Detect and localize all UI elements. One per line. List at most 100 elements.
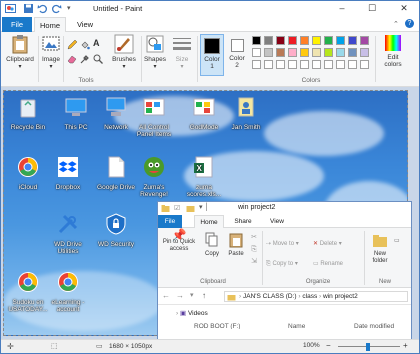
explorer-tab-share[interactable]: Share <box>228 215 258 228</box>
paste-shortcut-icon[interactable]: ⇲ <box>249 258 259 265</box>
shapes-button[interactable]: Shapes ▾ <box>143 34 167 70</box>
brushes-button[interactable]: Brushes ▾ <box>109 34 139 70</box>
palette-swatch[interactable] <box>360 36 369 45</box>
delete-button[interactable]: ✕ Delete ▾ <box>313 241 342 248</box>
palette-swatch[interactable] <box>264 60 273 69</box>
breadcrumb-project[interactable]: win project2 <box>323 293 358 300</box>
palette-swatch[interactable] <box>324 60 333 69</box>
desktop-icon-zumas-revenge[interactable]: Zuma's Revenge! <box>130 155 178 199</box>
undo-icon[interactable] <box>37 3 48 14</box>
new-folder-icon[interactable] <box>186 204 195 213</box>
new-item-icon[interactable]: ▭ <box>394 238 400 245</box>
zoom-in-button[interactable]: + <box>403 341 408 350</box>
clipboard-button[interactable]: Clipboard ▾ <box>4 34 36 70</box>
tab-file[interactable]: File <box>2 17 32 32</box>
breadcrumb-drive[interactable]: JAN'S CLASS (D:) <box>243 293 297 300</box>
color-picker-icon[interactable] <box>80 54 90 64</box>
explorer-tab-file[interactable]: File <box>158 215 182 228</box>
move-to-button[interactable]: ⇢ Move to ▾ <box>266 241 299 248</box>
zoom-slider-thumb[interactable] <box>366 343 370 351</box>
nav-item-videos[interactable]: › ▣ Videos <box>176 309 208 317</box>
palette-swatch[interactable] <box>288 48 297 57</box>
cut-icon[interactable]: ✂ <box>249 234 259 241</box>
palette-swatch[interactable] <box>252 60 261 69</box>
back-arrow-icon[interactable]: ← <box>162 291 170 300</box>
minimize-button[interactable]: – <box>331 1 353 17</box>
palette-swatch[interactable] <box>348 36 357 45</box>
desktop-icon-recycle-bin[interactable]: Recycle Bin <box>4 95 52 131</box>
color2-button[interactable]: Color 2 <box>226 34 248 69</box>
palette-swatch[interactable] <box>276 36 285 45</box>
paint-app-icon[interactable] <box>5 3 16 14</box>
palette-swatch[interactable] <box>276 60 285 69</box>
palette-swatch[interactable] <box>276 48 285 57</box>
rename-button[interactable]: ▭ Rename <box>313 261 343 268</box>
fill-icon[interactable] <box>80 40 90 50</box>
palette-swatch[interactable] <box>312 48 321 57</box>
column-header-name[interactable]: Name <box>288 323 305 329</box>
nav-item-drive[interactable]: ROD BOOT (F:) <box>194 323 240 329</box>
edit-colors-button[interactable]: Edit colors <box>378 34 408 68</box>
palette-swatch[interactable] <box>312 60 321 69</box>
palette-swatch[interactable] <box>324 36 333 45</box>
palette-swatch[interactable] <box>312 36 321 45</box>
maximize-button[interactable]: ☐ <box>361 1 383 17</box>
palette-swatch[interactable] <box>360 48 369 57</box>
breadcrumb-class[interactable]: class <box>302 293 317 300</box>
pin-quick-access-button[interactable]: 📌 Pin to Quick access <box>161 229 197 253</box>
desktop-icon-jan-smith[interactable]: Jan Smith <box>222 95 270 131</box>
redo-icon[interactable] <box>51 3 62 14</box>
desktop-icon-dropbox[interactable]: Dropbox <box>44 155 92 191</box>
palette-swatch[interactable] <box>324 48 333 57</box>
desktop-icon-all-control-panel-items[interactable]: All Control Panel Items <box>130 95 178 139</box>
explorer-tab-view[interactable]: View <box>262 215 292 228</box>
desktop-icon-elearning[interactable]: eLearning - account <box>44 270 92 314</box>
up-arrow-icon[interactable]: ↑ <box>202 291 206 300</box>
help-icon[interactable]: ? <box>405 19 414 28</box>
palette-swatch[interactable] <box>288 36 297 45</box>
save-icon[interactable] <box>23 3 34 14</box>
forward-arrow-icon[interactable]: → <box>176 291 184 300</box>
paste-button[interactable]: Paste <box>225 232 247 258</box>
desktop-icon-zuma-scores[interactable]: Xzuma scores.xls... <box>180 155 228 199</box>
zoom-out-button[interactable]: − <box>326 341 331 350</box>
magnifier-icon[interactable] <box>93 54 103 64</box>
palette-swatch[interactable] <box>288 60 297 69</box>
palette-swatch[interactable] <box>300 36 309 45</box>
properties-icon[interactable]: ☑ <box>174 204 180 212</box>
desktop-icon-wd-drive-utilities[interactable]: WD Drive Utilities <box>44 212 92 256</box>
palette-swatch[interactable] <box>348 60 357 69</box>
eraser-icon[interactable] <box>67 54 77 64</box>
close-button[interactable]: ✕ <box>393 1 415 17</box>
palette-swatch[interactable] <box>336 48 345 57</box>
desktop-icon-godmode[interactable]: GodMode <box>180 95 228 131</box>
column-header-date[interactable]: Date modified <box>354 323 394 329</box>
text-icon[interactable]: A <box>93 38 100 48</box>
tab-home[interactable]: Home <box>34 17 66 32</box>
palette-swatch[interactable] <box>336 60 345 69</box>
recent-locations-icon[interactable]: ▾ <box>190 291 194 299</box>
palette-swatch[interactable] <box>264 48 273 57</box>
pencil-icon[interactable] <box>67 40 77 50</box>
size-button[interactable]: Size ▾ <box>169 34 195 70</box>
palette-swatch[interactable] <box>336 36 345 45</box>
tab-view[interactable]: View <box>69 17 101 32</box>
palette-swatch[interactable] <box>348 48 357 57</box>
new-folder-button[interactable]: New folder <box>367 234 393 265</box>
collapse-ribbon-icon[interactable]: ⌃ <box>393 20 399 28</box>
color1-button[interactable]: Color 1 <box>200 34 224 76</box>
explorer-tab-home[interactable]: Home <box>194 215 224 228</box>
desktop-icon-wd-security[interactable]: WD Security <box>92 212 140 248</box>
image-button[interactable]: Image ▾ <box>40 34 62 70</box>
copy-path-icon[interactable]: ⎘ <box>249 246 259 253</box>
address-input[interactable]: › JAN'S CLASS (D:) › class › win project… <box>224 291 408 302</box>
copy-button[interactable]: Copy <box>201 232 223 258</box>
palette-swatch[interactable] <box>252 36 261 45</box>
palette-swatch[interactable] <box>300 60 309 69</box>
palette-swatch[interactable] <box>252 48 261 57</box>
palette-swatch[interactable] <box>360 60 369 69</box>
copy-to-button[interactable]: ⎘ Copy to ▾ <box>266 261 298 268</box>
palette-swatch[interactable] <box>264 36 273 45</box>
palette-swatch[interactable] <box>300 48 309 57</box>
customize-toolbar-icon[interactable]: ▾ │ <box>199 203 209 211</box>
